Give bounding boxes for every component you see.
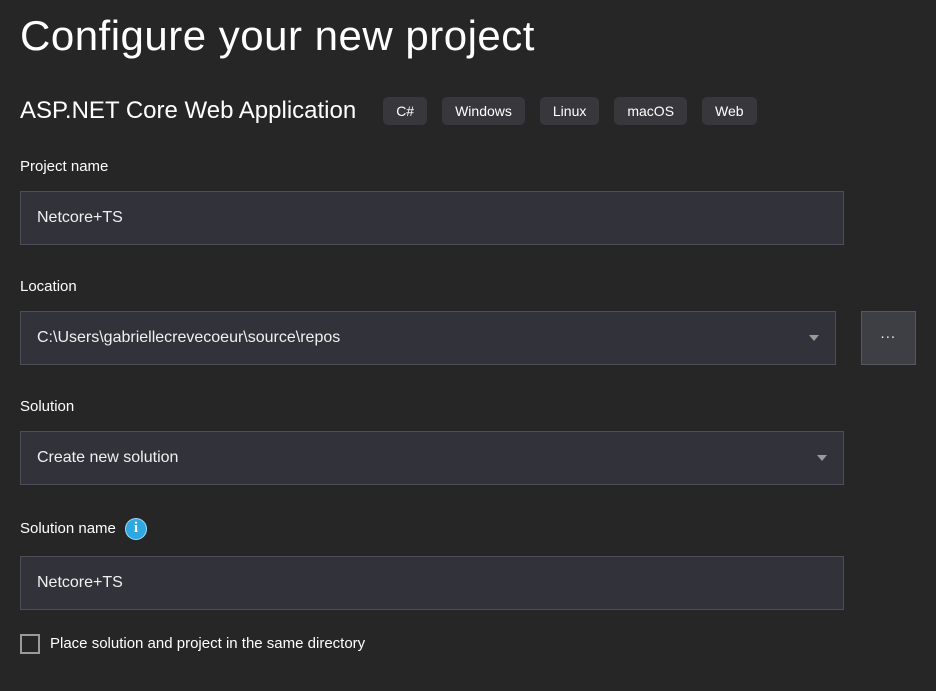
tag-macos: macOS xyxy=(614,97,687,125)
same-directory-checkbox[interactable] xyxy=(20,634,40,654)
solution-row: Create new solution xyxy=(20,431,916,485)
location-combobox[interactable]: C:\Users\gabriellecrevecoeur\source\repo… xyxy=(20,311,836,365)
template-name: ASP.NET Core Web Application xyxy=(20,97,356,125)
project-name-input[interactable] xyxy=(20,191,844,245)
tag-linux: Linux xyxy=(540,97,599,125)
info-icon[interactable]: i xyxy=(125,518,147,540)
configure-project-dialog: Configure your new project ASP.NET Core … xyxy=(0,0,936,654)
tag-web: Web xyxy=(702,97,757,125)
solution-combobox[interactable]: Create new solution xyxy=(20,431,844,485)
page-title: Configure your new project xyxy=(20,10,916,63)
same-directory-option: Place solution and project in the same d… xyxy=(20,634,916,654)
solution-name-label: Solution name xyxy=(20,520,116,537)
solution-name-label-row: Solution name i xyxy=(20,518,916,540)
solution-label: Solution xyxy=(20,398,916,415)
browse-button[interactable]: ... xyxy=(861,311,916,365)
location-value: C:\Users\gabriellecrevecoeur\source\repo… xyxy=(37,329,799,347)
same-directory-label: Place solution and project in the same d… xyxy=(50,635,365,652)
location-label: Location xyxy=(20,278,916,295)
project-name-label: Project name xyxy=(20,158,916,175)
location-row: C:\Users\gabriellecrevecoeur\source\repo… xyxy=(20,311,916,365)
chevron-down-icon[interactable] xyxy=(817,455,827,461)
tag-csharp: C# xyxy=(383,97,427,125)
solution-name-input[interactable] xyxy=(20,556,844,610)
chevron-down-icon[interactable] xyxy=(809,335,819,341)
tag-windows: Windows xyxy=(442,97,525,125)
solution-value: Create new solution xyxy=(37,449,807,467)
template-header: ASP.NET Core Web Application C# Windows … xyxy=(20,97,916,125)
